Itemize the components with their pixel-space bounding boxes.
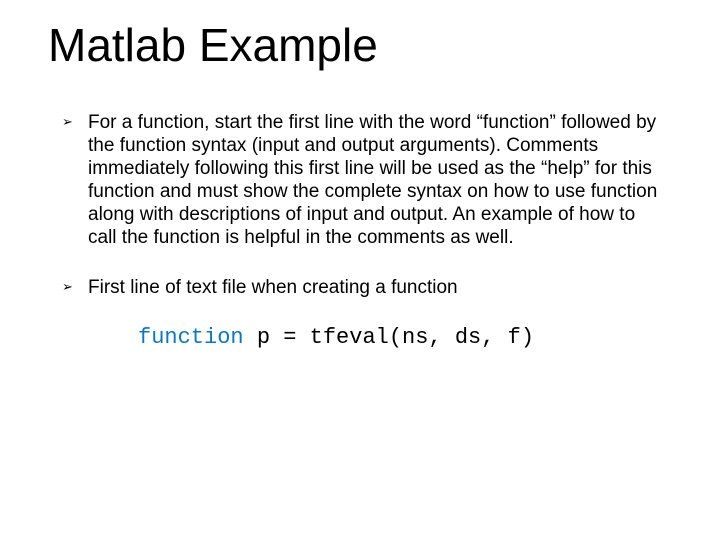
code-example: function p = tfeval(ns, ds, f)	[48, 325, 672, 350]
bullet-list: ➢ For a function, start the first line w…	[48, 111, 672, 299]
chevron-right-icon: ➢	[62, 279, 73, 295]
code-rest: p = tfeval(ns, ds, f)	[244, 325, 534, 350]
list-item: ➢ For a function, start the first line w…	[62, 111, 668, 250]
code-keyword: function	[138, 325, 244, 350]
chevron-right-icon: ➢	[62, 114, 73, 130]
bullet-text: First line of text file when creating a …	[88, 277, 458, 298]
list-item: ➢ First line of text file when creating …	[62, 276, 668, 299]
slide-title: Matlab Example	[48, 20, 672, 71]
slide: Matlab Example ➢ For a function, start t…	[0, 0, 720, 540]
bullet-text: For a function, start the first line wit…	[88, 112, 657, 249]
